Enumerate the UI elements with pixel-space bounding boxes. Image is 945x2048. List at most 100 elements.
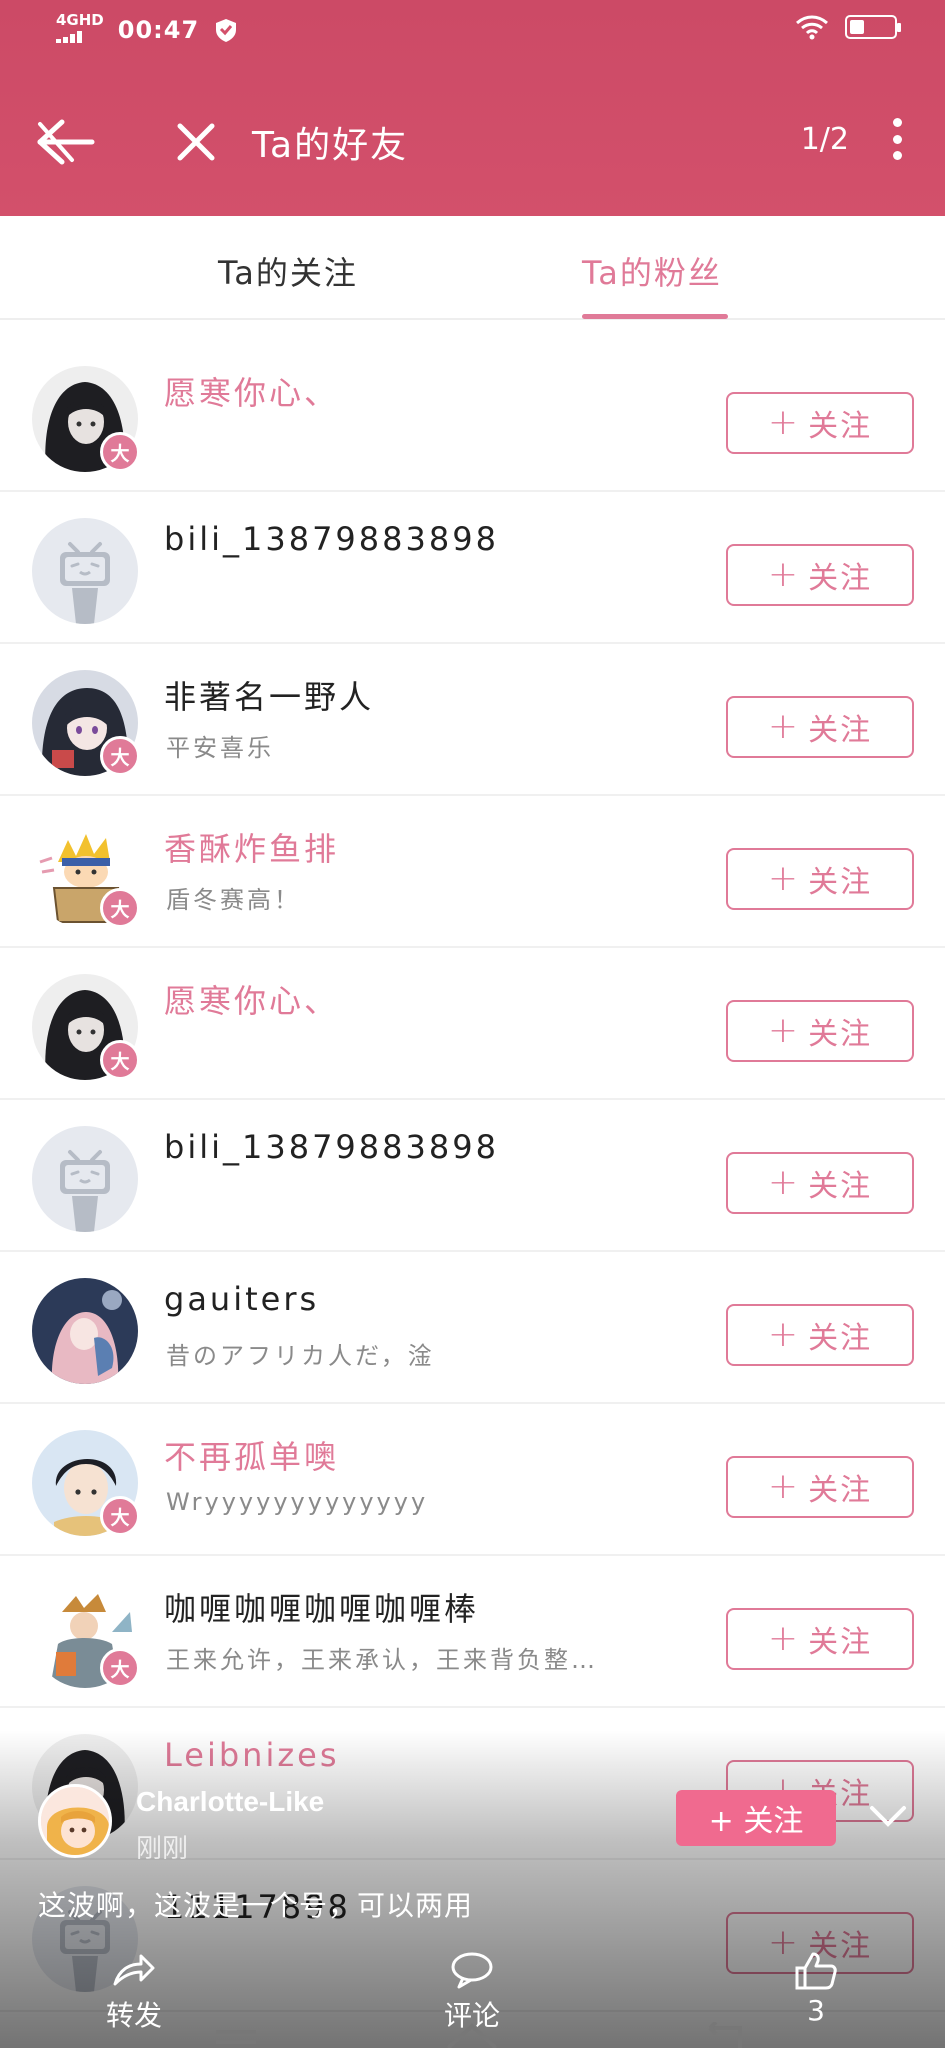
follow-label: 关注 xyxy=(808,1321,873,1356)
follow-button[interactable]: +关注 xyxy=(726,392,914,454)
user-signature: Wryyyyyyyyyyyyy xyxy=(166,1488,429,1516)
plus-icon: + xyxy=(767,1010,801,1051)
follow-button[interactable]: +关注 xyxy=(726,848,914,910)
like-count: 3 xyxy=(807,1994,825,2027)
overlay-caption: 这波啊，这波是一个号，可以两用 xyxy=(38,1889,474,1922)
avatar-image-illustration xyxy=(32,1278,138,1384)
user-signature: 王来允许，王来承认，王来背负整… xyxy=(166,1646,598,1674)
avatar[interactable] xyxy=(32,518,138,624)
list-item[interactable]: 大非著名一野人平安喜乐 + 关注 xyxy=(0,644,945,796)
thumbs-up-icon xyxy=(795,1952,837,1990)
menu-nav-icon[interactable] xyxy=(212,2022,262,2048)
username: 不再孤单噢 xyxy=(164,1438,340,1476)
avatar[interactable] xyxy=(38,1784,112,1858)
username: 愿寒你心、 xyxy=(164,374,340,412)
friend-tabs: Ta的关注 Ta的粉丝 xyxy=(0,216,945,320)
page-indicator: 1/2 xyxy=(800,122,849,157)
follow-label: 关注 xyxy=(808,865,873,900)
vip-badge: 大 xyxy=(100,736,140,776)
comment-overlay: Charlotte-Like 刚刚 + 关注 这波啊，这波是一个号，可以两用 转… xyxy=(0,1730,945,2048)
status-bar: 4GHD 00:47 xyxy=(0,0,945,64)
overlay-timestamp: 刚刚 xyxy=(136,1834,189,1864)
home-nav-icon[interactable] xyxy=(444,2022,500,2048)
list-item[interactable]: 大咖喱咖喱咖喱咖喱棒王来允许，王来承认，王来背负整… + 关注 xyxy=(0,1556,945,1708)
more-menu-button[interactable] xyxy=(885,114,909,164)
follow-label: 关注 xyxy=(808,1473,873,1508)
follow-label: 关注 xyxy=(808,1169,873,1204)
list-item[interactable]: 大香酥炸鱼排盾冬赛高！ + 关注 xyxy=(0,796,945,948)
follow-button[interactable]: +关注 xyxy=(726,1000,914,1062)
vpn-shield-icon xyxy=(216,18,237,42)
user-avatar-icon xyxy=(41,1787,109,1855)
follow-label: 关注 xyxy=(808,561,873,596)
page-title: Ta的好友 xyxy=(252,125,409,166)
follow-button[interactable]: +关注 xyxy=(726,1456,914,1518)
signal-indicator: 4GHD xyxy=(56,12,104,47)
nav-bar: Ta的好友 1/2 xyxy=(0,100,945,182)
active-tab-indicator xyxy=(582,314,728,319)
collapse-button[interactable] xyxy=(866,1798,910,1834)
plus-icon: + xyxy=(767,1162,801,1203)
follow-label: 关注 xyxy=(808,409,873,444)
list-item[interactable]: bili_13879883898 + 关注 xyxy=(0,492,945,644)
follow-button[interactable]: +关注 xyxy=(726,1304,914,1366)
username: 非著名一野人 xyxy=(164,678,375,716)
avatar-image-default-tv xyxy=(32,518,138,624)
chevron-down-icon xyxy=(870,1806,906,1827)
back-arrow-icon xyxy=(37,119,95,165)
follow-label: 关注 xyxy=(808,1625,873,1660)
follow-button[interactable]: +关注 xyxy=(726,696,914,758)
vip-badge: 大 xyxy=(100,888,140,928)
plus-icon: + xyxy=(767,1618,801,1659)
user-signature: 平安喜乐 xyxy=(166,734,274,762)
tab-following[interactable]: Ta的关注 xyxy=(218,248,358,294)
avatar-image-default-tv xyxy=(32,1126,138,1232)
comment-icon xyxy=(451,1952,493,1989)
avatar[interactable] xyxy=(32,1278,138,1384)
list-item[interactable]: bili_13879883898 + 关注 xyxy=(0,1100,945,1252)
username: 香酥炸鱼排 xyxy=(164,830,340,868)
app-header: 4GHD 00:47 Ta的好友 1/2 xyxy=(0,0,945,216)
network-type: 4GHD xyxy=(56,11,104,29)
plus-icon: + xyxy=(767,706,801,747)
plus-icon: + xyxy=(767,1314,801,1355)
plus-icon: + xyxy=(767,1466,801,1507)
follow-label: 关注 xyxy=(808,1017,873,1052)
avatar[interactable] xyxy=(32,1126,138,1232)
user-signature: 昔のアフリカ人だ，淦 xyxy=(166,1342,435,1370)
follow-button[interactable]: +关注 xyxy=(726,544,914,606)
wifi-icon xyxy=(796,15,828,40)
list-item[interactable]: 大愿寒你心、 + 关注 xyxy=(0,340,945,492)
vip-badge: 大 xyxy=(100,1648,140,1688)
username: bili_13879883898 xyxy=(164,1128,499,1166)
overlay-username: Charlotte-Like xyxy=(136,1786,325,1817)
clock: 00:47 xyxy=(117,15,200,44)
plus-icon: + xyxy=(767,554,801,595)
battery-icon xyxy=(845,15,901,39)
close-button[interactable] xyxy=(172,114,220,170)
vip-badge: 大 xyxy=(100,1040,140,1080)
list-item[interactable]: 大愿寒你心、 + 关注 xyxy=(0,948,945,1100)
signal-bars-icon xyxy=(56,31,82,43)
follow-button[interactable]: +关注 xyxy=(726,1608,914,1670)
username: 咖喱咖喱咖喱咖喱棒 xyxy=(164,1590,480,1628)
share-label: 转发 xyxy=(105,1999,162,2032)
close-icon xyxy=(177,123,215,161)
tab-fans[interactable]: Ta的粉丝 xyxy=(582,248,722,294)
list-item[interactable]: gauiters 昔のアフリカ人だ，淦 + 关注 xyxy=(0,1252,945,1404)
like-button[interactable]: 3 xyxy=(756,1950,876,2027)
plus-icon: + xyxy=(767,402,801,443)
vip-badge: 大 xyxy=(100,1496,140,1536)
follow-label: 关注 xyxy=(808,713,873,748)
list-item[interactable]: 大不再孤单噢 Wryyyyyyyyyyyyy + 关注 xyxy=(0,1404,945,1556)
back-button[interactable] xyxy=(34,114,98,170)
username: gauiters xyxy=(164,1280,320,1318)
return-nav-icon[interactable] xyxy=(700,2022,756,2048)
user-signature: 盾冬赛高！ xyxy=(166,886,301,914)
share-button[interactable]: 转发 xyxy=(74,1950,194,2034)
follow-button[interactable]: +关注 xyxy=(726,1152,914,1214)
plus-icon: + xyxy=(767,858,801,899)
share-icon xyxy=(113,1954,155,1986)
username: 愿寒你心、 xyxy=(164,982,340,1020)
overlay-follow-button[interactable]: + 关注 xyxy=(676,1790,836,1846)
